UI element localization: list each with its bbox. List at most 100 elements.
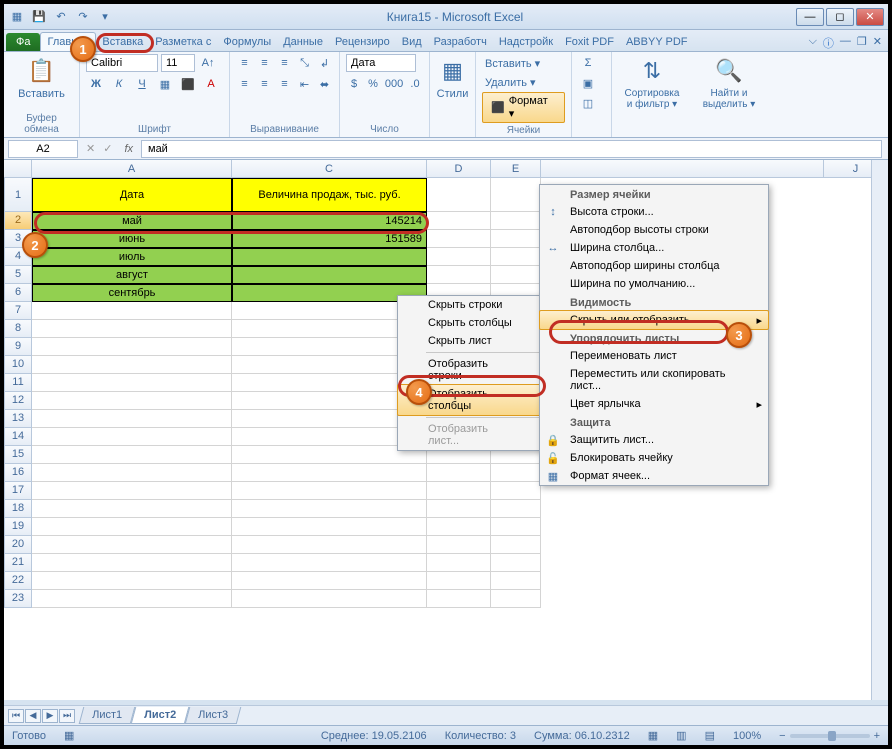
styles-button[interactable]: ▦Стили — [436, 54, 469, 102]
cell[interactable]: август — [32, 266, 232, 284]
cell[interactable] — [491, 590, 541, 608]
row-header[interactable]: 18 — [4, 500, 32, 518]
align-top-icon[interactable]: ≡ — [236, 54, 253, 72]
doc-restore-icon[interactable]: ❐ — [857, 35, 867, 51]
cell[interactable] — [32, 446, 232, 464]
row-header[interactable]: 13 — [4, 410, 32, 428]
cell[interactable] — [491, 536, 541, 554]
cell[interactable] — [32, 392, 232, 410]
align-bot-icon[interactable]: ≡ — [276, 54, 293, 72]
maximize-button[interactable]: ◻ — [826, 8, 854, 26]
doc-minimize-icon[interactable]: — — [840, 35, 851, 51]
row-header[interactable]: 19 — [4, 518, 32, 536]
cell[interactable] — [32, 320, 232, 338]
zoom-in-icon[interactable]: + — [874, 730, 880, 742]
font-color-icon[interactable]: A — [201, 75, 221, 93]
col-header-a[interactable]: A — [32, 160, 232, 177]
row-header[interactable]: 10 — [4, 356, 32, 374]
col-header-d[interactable]: D — [427, 160, 491, 177]
row-header[interactable]: 8 — [4, 320, 32, 338]
tab-formulas[interactable]: Формулы — [217, 33, 277, 51]
number-format-combo[interactable]: Дата — [346, 54, 416, 72]
cell[interactable] — [427, 482, 491, 500]
formula-input[interactable]: май — [141, 140, 882, 158]
cell[interactable] — [232, 464, 427, 482]
row-header[interactable]: 16 — [4, 464, 32, 482]
row-header[interactable]: 9 — [4, 338, 32, 356]
align-mid-icon[interactable]: ≡ — [256, 54, 273, 72]
row-header[interactable]: 11 — [4, 374, 32, 392]
cell[interactable] — [491, 230, 541, 248]
cell[interactable] — [427, 518, 491, 536]
submenu-item[interactable]: Скрыть лист — [398, 332, 546, 350]
cell[interactable] — [32, 374, 232, 392]
sheet-tab[interactable]: Лист3 — [185, 707, 242, 724]
sheet-tab[interactable]: Лист1 — [79, 707, 136, 724]
submenu-item[interactable]: Скрыть столбцы — [398, 314, 546, 332]
cell[interactable] — [32, 500, 232, 518]
cells-delete[interactable]: Удалить ▾ — [482, 73, 565, 91]
menu-autofit-row[interactable]: Автоподбор высоты строки — [540, 221, 768, 239]
clear-icon[interactable]: ◫ — [578, 94, 598, 112]
fill-icon[interactable]: ▣ — [578, 74, 598, 92]
view-normal-icon[interactable]: ▦ — [648, 729, 658, 742]
close-button[interactable]: ✕ — [856, 8, 884, 26]
cell[interactable]: 145214 — [232, 212, 427, 230]
sheet-nav-last[interactable]: ⏭ — [59, 709, 75, 723]
cell[interactable]: сентябрь — [32, 284, 232, 302]
view-break-icon[interactable]: ▤ — [705, 729, 715, 742]
cell[interactable] — [232, 482, 427, 500]
menu-protect-sheet[interactable]: 🔒Защитить лист... — [540, 431, 768, 449]
tab-data[interactable]: Данные — [277, 33, 329, 51]
cell[interactable] — [427, 590, 491, 608]
cell[interactable] — [232, 518, 427, 536]
cell[interactable] — [491, 178, 541, 212]
cell[interactable] — [427, 178, 491, 212]
row-header[interactable]: 15 — [4, 446, 32, 464]
cell[interactable] — [491, 248, 541, 266]
sheet-tab[interactable]: Лист2 — [131, 707, 190, 724]
cell[interactable] — [427, 212, 491, 230]
zoom-slider[interactable]: − + — [779, 730, 880, 742]
zoom-level[interactable]: 100% — [733, 730, 761, 742]
bold-icon[interactable]: Ж — [86, 75, 106, 93]
underline-icon[interactable]: Ч — [132, 75, 152, 93]
cancel-formula-icon[interactable]: ✕ — [82, 142, 99, 155]
cell[interactable] — [32, 590, 232, 608]
cell[interactable] — [32, 410, 232, 428]
menu-move-copy-sheet[interactable]: Переместить или скопировать лист... — [540, 365, 768, 395]
tab-layout[interactable]: Разметка с — [149, 33, 217, 51]
cell[interactable]: май — [32, 212, 232, 230]
cell[interactable] — [427, 266, 491, 284]
border-icon[interactable]: ▦ — [155, 75, 175, 93]
align-right-icon[interactable]: ≡ — [276, 75, 293, 93]
menu-col-width[interactable]: ↔Ширина столбца... — [540, 239, 768, 257]
cell[interactable] — [427, 500, 491, 518]
enter-formula-icon[interactable]: ✓ — [99, 142, 116, 155]
align-center-icon[interactable]: ≡ — [256, 75, 273, 93]
font-size-combo[interactable]: 11 — [161, 54, 195, 72]
cell[interactable] — [32, 536, 232, 554]
indent-dec-icon[interactable]: ⇤ — [296, 75, 313, 93]
menu-lock-cell[interactable]: 🔓Блокировать ячейку — [540, 449, 768, 467]
row-header[interactable]: 12 — [4, 392, 32, 410]
row-header[interactable]: 6 — [4, 284, 32, 302]
cell[interactable] — [32, 518, 232, 536]
redo-icon[interactable]: ↷ — [74, 8, 92, 26]
cell[interactable] — [491, 266, 541, 284]
italic-icon[interactable]: К — [109, 75, 129, 93]
cell[interactable] — [232, 248, 427, 266]
cell[interactable] — [491, 212, 541, 230]
cells-format-button[interactable]: ⬛Формат ▾ — [482, 92, 565, 123]
minimize-ribbon-icon[interactable]: ⌵ — [809, 35, 817, 51]
row-header[interactable]: 7 — [4, 302, 32, 320]
tab-developer[interactable]: Разработч — [428, 33, 493, 51]
doc-close-icon[interactable]: ✕ — [873, 35, 882, 51]
menu-autofit-col[interactable]: Автоподбор ширины столбца — [540, 257, 768, 275]
tab-insert[interactable]: Вставка — [96, 33, 149, 51]
row-header[interactable]: 23 — [4, 590, 32, 608]
cell[interactable] — [32, 464, 232, 482]
cell[interactable] — [427, 248, 491, 266]
cell[interactable]: 151589 — [232, 230, 427, 248]
inc-decimal-icon[interactable]: .0 — [407, 75, 423, 93]
